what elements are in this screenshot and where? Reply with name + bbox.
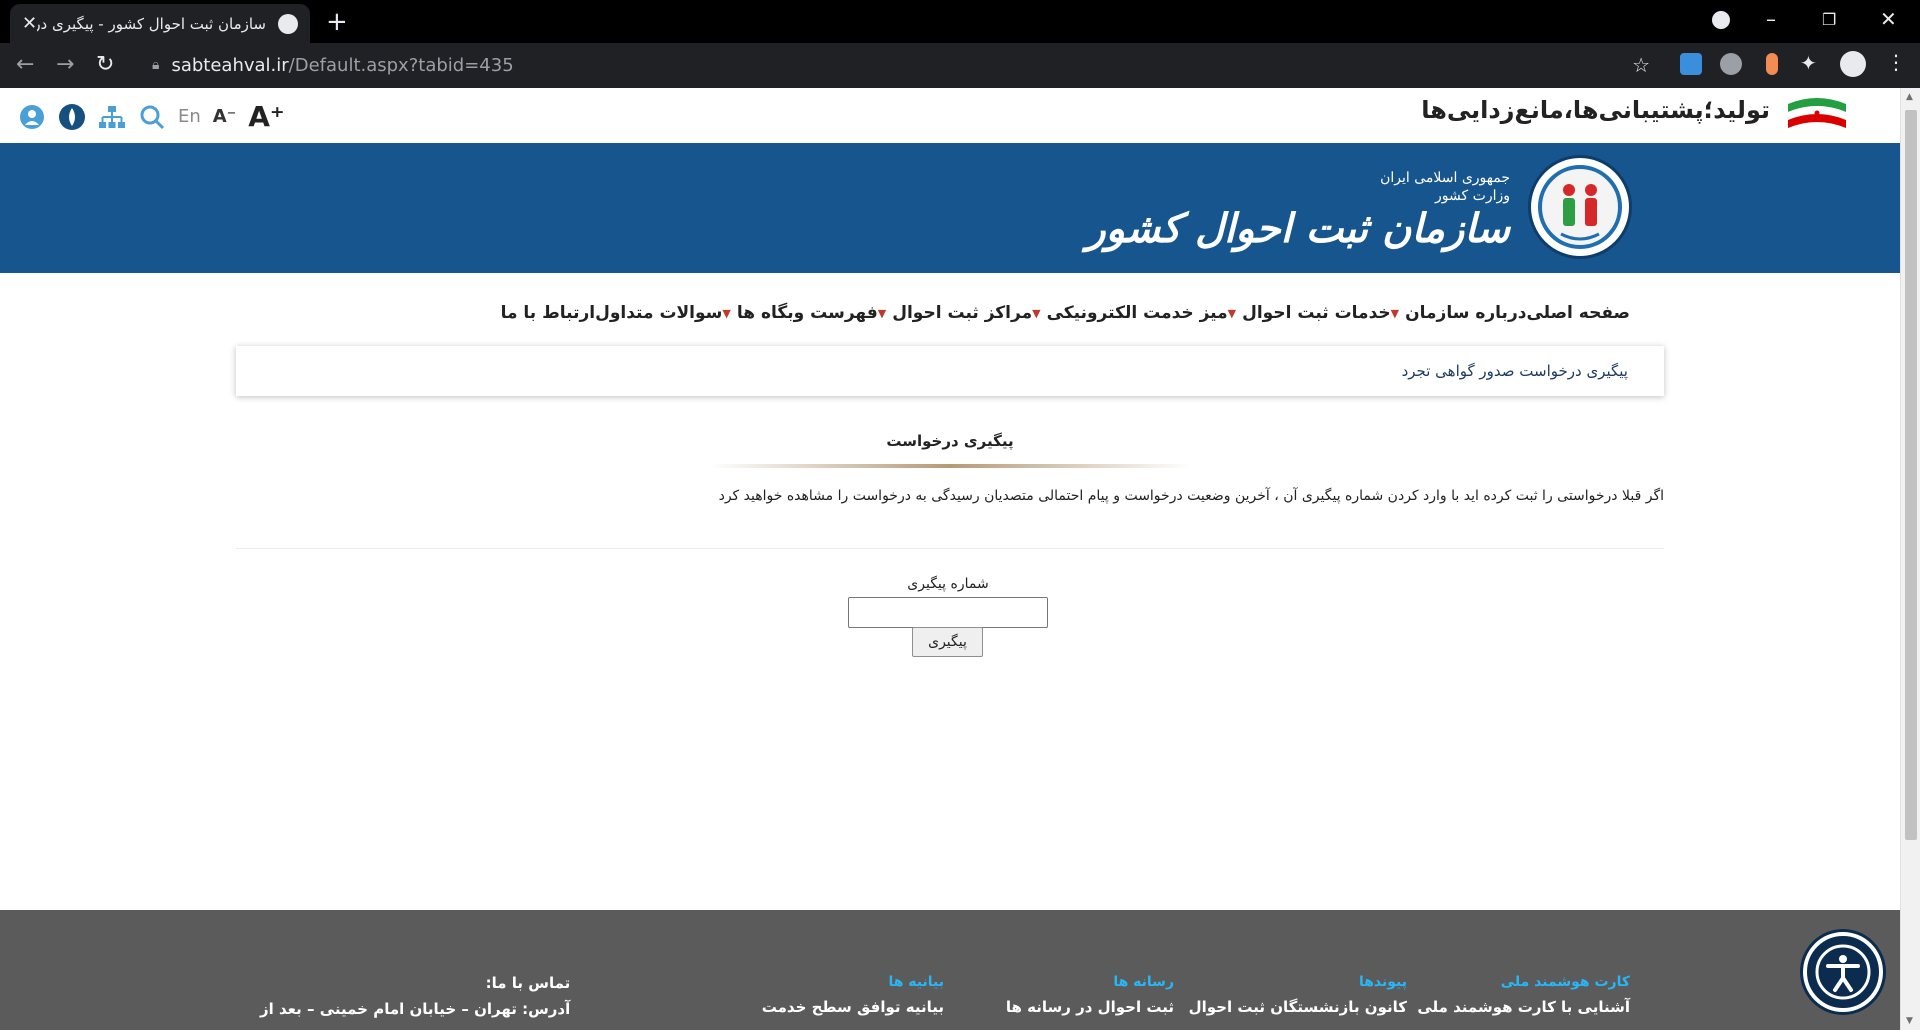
decrease-font-button[interactable]: A⁻ [213, 106, 236, 127]
media-control-icon[interactable] [1712, 11, 1730, 29]
nav-item-contact[interactable]: ارتباط با ما [501, 303, 596, 323]
footer-column-media: رسانه ها ثبت احوال در رسانه ها [1006, 974, 1174, 1016]
lock-icon: 🔒︎ [152, 57, 160, 73]
divider [236, 548, 1664, 549]
scrollbar-thumb[interactable] [1905, 110, 1917, 840]
puzzle-icon[interactable]: ✦ [1800, 51, 1822, 75]
contact-address: آدرس: تهران – خیابان امام خمینی – بعد از [260, 1000, 571, 1018]
footer-link[interactable]: بیانیه توافق سطح خدمت [762, 998, 944, 1016]
search-icon[interactable] [138, 103, 166, 131]
nav-item-about[interactable]: درباره سازمان ▼ [1391, 303, 1527, 323]
tracking-number-input[interactable] [848, 597, 1048, 628]
scroll-up-icon[interactable]: ▲ [1906, 92, 1913, 102]
new-tab-icon[interactable]: + [326, 7, 348, 37]
nav-label: سوالات متداول [595, 303, 723, 323]
organization-emblem-logo [1528, 155, 1632, 259]
footer-column-statements: بیانیه ها بیانیه توافق سطح خدمت [762, 974, 944, 1016]
profile-avatar[interactable] [1840, 51, 1866, 77]
reload-icon[interactable]: ↻ [96, 52, 114, 77]
title-divider [710, 464, 1190, 468]
address-bar[interactable]: 🔒︎ sabteahval.ir /Default.aspx?tabid=435… [140, 48, 1660, 82]
logo-line-1: جمهوری اسلامی ایران [1380, 170, 1510, 186]
page-scrollbar[interactable]: ▲ ▼ [1900, 88, 1920, 1030]
nav-item-faq[interactable]: سوالات متداول [595, 303, 722, 323]
globe-icon [278, 13, 298, 34]
tab-title: سازمان ثبت احوال کشور - پیگیری در [37, 14, 266, 33]
browser-tab-bar: سازمان ثبت احوال کشور - پیگیری در ✕ + – … [0, 0, 1920, 43]
nav-item-services[interactable]: خدمات ثبت احوال ▼ [1228, 303, 1391, 323]
iran-flag-icon [1788, 98, 1846, 128]
nav-item-websites[interactable]: فهرست وبگاه ها ▼ [722, 303, 877, 323]
top-strip: تولید؛پشتیبانی‌ها،مانع‌زدایی‌ها En A⁻ A⁺ [0, 88, 1900, 143]
close-tab-icon[interactable]: ✕ [22, 13, 37, 34]
slogan: تولید؛پشتیبانی‌ها،مانع‌زدایی‌ها [1421, 96, 1770, 124]
forward-icon[interactable]: → [56, 52, 74, 77]
footer-heading[interactable]: پیوندها [1189, 974, 1407, 990]
footer-heading[interactable]: رسانه ها [1006, 974, 1174, 990]
breadcrumb: پیگیری درخواست صدور گواهی تجرد [236, 346, 1664, 396]
nav-label: فهرست وبگاه ها [736, 303, 878, 323]
section-title: پیگیری درخواست [886, 432, 1014, 450]
contrast-icon[interactable] [58, 103, 86, 131]
footer-link[interactable]: کانون بازنشستگان ثبت احوال [1189, 998, 1407, 1016]
download-extension-icon[interactable] [1680, 53, 1702, 75]
extension-icon[interactable] [1766, 53, 1778, 75]
footer-heading[interactable]: بیانیه ها [762, 974, 944, 990]
footer: کارت هوشمند ملی آشنایی با کارت هوشمند مل… [0, 910, 1900, 1030]
caret-down-icon: ▼ [1032, 306, 1041, 320]
caret-down-icon: ▼ [1390, 306, 1400, 320]
close-window-icon[interactable]: ✕ [1880, 7, 1897, 31]
menu-icon[interactable]: ⋮ [1886, 50, 1908, 74]
nav-label: میز خدمت الکترونیکی [1046, 303, 1228, 323]
accessibility-tools: En A⁻ A⁺ [18, 100, 285, 133]
nav-label: درباره سازمان [1405, 303, 1527, 323]
main-navigation: صفحه اصلی درباره سازمان ▼ خدمات ثبت احوال… [501, 293, 1630, 333]
accessibility-widget-button[interactable] [1803, 932, 1883, 1012]
contact-heading: تماس با ما: [485, 974, 571, 992]
nav-item-centers[interactable]: مراکز ثبت احوال ▼ [878, 303, 1032, 323]
nav-item-e-service-desk[interactable]: میز خدمت الکترونیکی ▼ [1032, 303, 1228, 323]
nav-label: مراکز ثبت احوال [892, 303, 1033, 323]
organization-logo-text: جمهوری اسلامی ایران وزارت کشور سازمان ثب… [1086, 169, 1510, 253]
tracking-number-label: شماره پیگیری [907, 576, 989, 592]
footer-heading[interactable]: کارت هوشمند ملی [1417, 974, 1630, 990]
accessibility-icon [1815, 944, 1871, 1000]
url-path: /Default.aspx?tabid=435 [288, 54, 514, 76]
nav-label: خدمات ثبت احوال [1242, 303, 1391, 323]
minimize-icon[interactable]: – [1766, 7, 1776, 31]
back-icon[interactable]: ← [16, 52, 34, 77]
user-icon[interactable] [18, 103, 46, 131]
breadcrumb-text: پیگیری درخواست صدور گواهی تجرد [1401, 362, 1628, 380]
caret-down-icon: ▼ [722, 306, 731, 320]
restore-icon[interactable]: ❐ [1822, 10, 1836, 29]
browser-tab[interactable]: سازمان ثبت احوال کشور - پیگیری در ✕ [10, 4, 310, 43]
footer-link[interactable]: آشنایی با کارت هوشمند ملی [1417, 998, 1630, 1016]
footer-contact: تماس با ما: آدرس: تهران – خیابان امام خم… [260, 974, 570, 1018]
logo-main-title: سازمان ثبت احوال کشور [1086, 205, 1510, 252]
bookmark-star-icon[interactable]: ☆ [1632, 53, 1650, 77]
track-button[interactable]: پیگیری [912, 627, 983, 657]
browser-toolbar: ← → ↻ 🔒︎ sabteahval.ir /Default.aspx?tab… [0, 43, 1920, 88]
url-host: sabteahval.ir [171, 54, 289, 76]
sitemap-icon[interactable] [98, 103, 126, 131]
logo-line-2: وزارت کشور [1435, 188, 1510, 204]
caret-down-icon: ▼ [1227, 306, 1237, 320]
intro-text: اگر قبلا درخواستی را ثبت کرده اید با وار… [718, 488, 1664, 504]
page-content: تولید؛پشتیبانی‌ها،مانع‌زدایی‌ها En A⁻ A⁺ [0, 88, 1900, 1030]
scroll-down-icon[interactable]: ▼ [1906, 1016, 1913, 1026]
nav-label: ارتباط با ما [500, 303, 596, 323]
language-english-link[interactable]: En [178, 106, 201, 127]
increase-font-button[interactable]: A⁺ [248, 100, 284, 133]
footer-link[interactable]: ثبت احوال در رسانه ها [1006, 998, 1174, 1016]
footer-column-links: پیوندها کانون بازنشستگان ثبت احوال [1189, 974, 1407, 1016]
nav-item-home[interactable]: صفحه اصلی [1526, 303, 1630, 323]
cloud-extension-icon[interactable] [1720, 53, 1742, 75]
footer-column-smart-card: کارت هوشمند ملی آشنایی با کارت هوشمند مل… [1417, 974, 1630, 1016]
nav-label: صفحه اصلی [1526, 303, 1630, 323]
header-banner: جمهوری اسلامی ایران وزارت کشور سازمان ثب… [0, 143, 1900, 273]
caret-down-icon: ▼ [877, 306, 887, 320]
